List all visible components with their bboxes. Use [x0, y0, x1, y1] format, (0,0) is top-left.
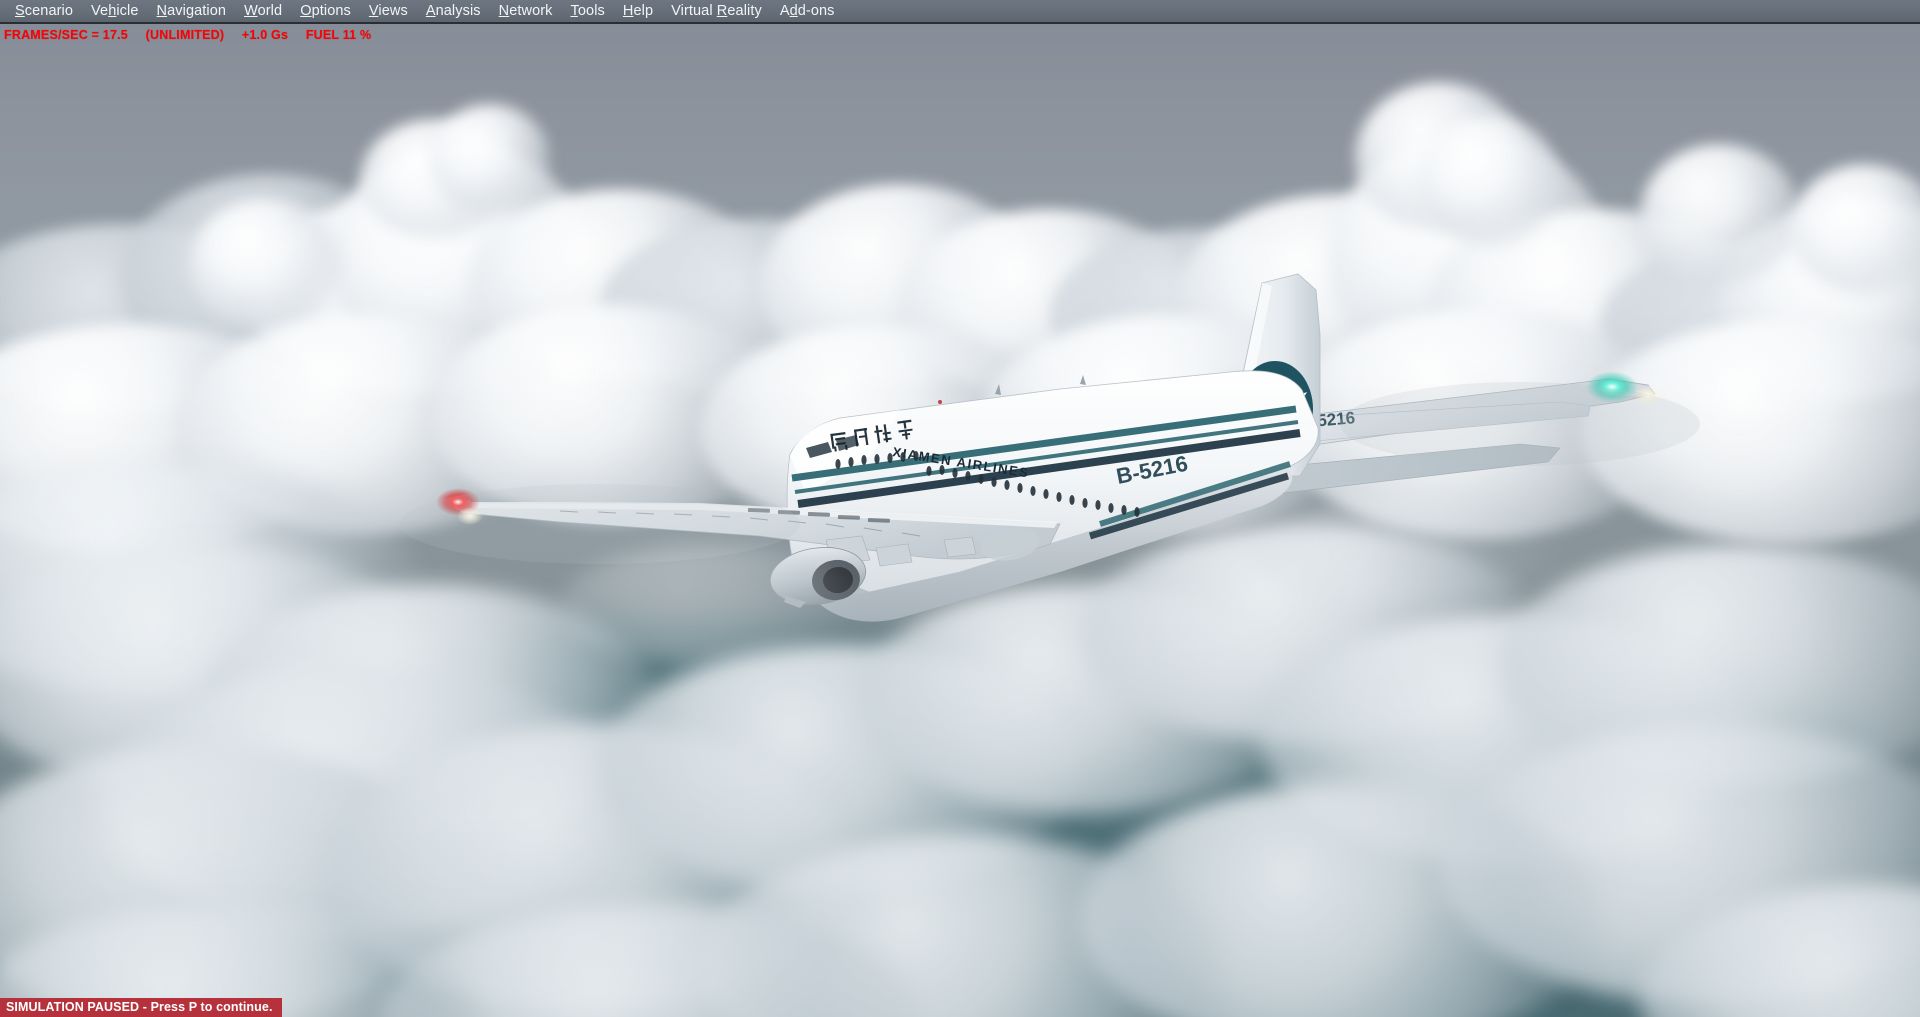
menu-world[interactable]: World — [235, 0, 291, 22]
menu-add-ons[interactable]: Add-ons — [771, 0, 844, 22]
flap-track-fairing — [875, 543, 913, 567]
cloud — [560, 544, 860, 664]
menu-bar[interactable]: Scenario Vehicle Navigation World Options Vie… — [0, 0, 1920, 24]
menu-help[interactable]: Help — [614, 0, 662, 22]
menu-navigation[interactable]: Navigation — [148, 0, 236, 22]
simulator-viewport[interactable]: B-5216 XIAMEN AIRLINES B-5216 — [0, 24, 1920, 1017]
menu-analysis[interactable]: Analysis — [417, 0, 490, 22]
menu-tools[interactable]: Tools — [562, 0, 614, 22]
menu-virtual-reality[interactable]: Virtual Reality — [662, 0, 771, 22]
g-force-readout: +1.0 Gs — [241, 28, 289, 42]
cloud — [1640, 144, 1800, 284]
fuel-readout: FUEL 11 % — [305, 28, 372, 42]
engine-nacelle-far — [980, 527, 1040, 561]
engine-pylon — [825, 535, 871, 565]
menu-views[interactable]: Views — [360, 0, 417, 22]
cloud — [190, 199, 340, 329]
menu-network[interactable]: Network — [490, 0, 562, 22]
cloud — [1420, 116, 1560, 246]
cloud — [1250, 494, 1570, 604]
menu-scenario[interactable]: Scenario — [6, 0, 82, 22]
flight-simulator-window: B-5216 XIAMEN AIRLINES B-5216 Scenario V… — [0, 0, 1920, 1017]
sim-info-overlay: FRAMES/SEC = 17.5 (UNLIMITED) +1.0 Gs FU… — [4, 28, 371, 42]
menu-vehicle[interactable]: Vehicle — [82, 0, 147, 22]
frames-per-second: FRAMES/SEC = 17.5 — [4, 28, 128, 42]
simulation-paused-status-bar: SIMULATION PAUSED - Press P to continue. — [0, 998, 282, 1017]
cloud — [430, 104, 550, 214]
flap-track-fairing — [943, 536, 977, 558]
frame-rate-mode: (UNLIMITED) — [145, 28, 225, 42]
menu-options[interactable]: Options — [291, 0, 360, 22]
